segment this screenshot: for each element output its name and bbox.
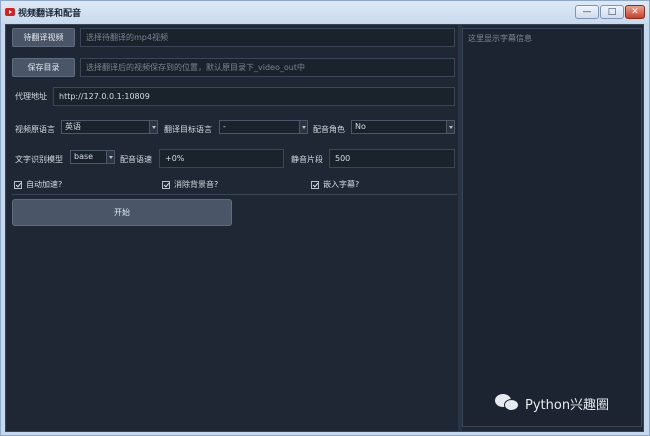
silence-label: 静音片段: [291, 155, 323, 164]
speech-rate-input[interactable]: +0%: [159, 149, 284, 168]
divider: [12, 194, 457, 195]
subtitle-panel[interactable]: 这里显示字幕信息: [462, 28, 642, 427]
chevron-down-icon: [446, 121, 454, 133]
embed-subs-checkbox[interactable]: 嵌入字幕?: [311, 179, 359, 190]
proxy-input[interactable]: http://127.0.0.1:10809: [53, 87, 455, 106]
save-dir-button[interactable]: 保存目录: [12, 58, 75, 77]
app-window: 视频翻译和配音 — □ ✕ 待翻译视频 选择待翻译的mp4视频 保存目录 选择翻…: [0, 0, 650, 436]
checkbox-checked-icon: [14, 180, 22, 189]
model-select[interactable]: base: [70, 150, 115, 164]
title-bar: 视频翻译和配音 — □ ✕: [1, 1, 649, 23]
target-language-label: 翻译目标语言: [164, 125, 212, 134]
embed-subs-label: 嵌入字幕?: [323, 180, 360, 189]
start-button[interactable]: 开始: [12, 199, 232, 226]
settings-panel: 待翻译视频 选择待翻译的mp4视频 保存目录 选择翻译后的视频保存到的位置，默认…: [6, 25, 458, 431]
watermark-text: Python兴趣圈: [525, 397, 610, 413]
model-value: base: [74, 152, 94, 161]
video-path-input[interactable]: 选择待翻译的mp4视频: [80, 28, 455, 47]
voice-role-select[interactable]: No: [351, 120, 455, 134]
speech-rate-label: 配音语速: [120, 155, 152, 164]
auto-speed-checkbox[interactable]: 自动加速?: [14, 179, 62, 190]
minimize-button[interactable]: —: [575, 5, 599, 19]
subtitle-placeholder: 这里显示字幕信息: [468, 34, 532, 43]
checkbox-checked-icon: [311, 180, 319, 189]
auto-speed-label: 自动加速?: [26, 180, 63, 189]
close-button[interactable]: ✕: [625, 5, 645, 19]
target-language-select[interactable]: -: [219, 120, 308, 134]
source-language-select[interactable]: 英语: [61, 120, 158, 134]
voice-role-value: No: [355, 122, 366, 131]
remove-bgm-label: 消除背景音?: [174, 180, 219, 189]
source-language-value: 英语: [65, 122, 81, 131]
chevron-down-icon: [149, 121, 157, 133]
proxy-label: 代理地址: [15, 92, 47, 101]
maximize-button[interactable]: □: [600, 5, 624, 19]
window-title: 视频翻译和配音: [18, 9, 82, 19]
source-language-label: 视频原语言: [15, 125, 55, 134]
model-label: 文字识别模型: [15, 155, 63, 164]
save-dir-input[interactable]: 选择翻译后的视频保存到的位置，默认原目录下_video_out中: [80, 58, 455, 77]
silence-input[interactable]: 500: [329, 149, 455, 168]
app-play-icon: [5, 8, 15, 16]
chevron-down-icon: [106, 151, 114, 163]
main-client: 待翻译视频 选择待翻译的mp4视频 保存目录 选择翻译后的视频保存到的位置，默认…: [5, 24, 644, 432]
chevron-down-icon: [299, 121, 307, 133]
select-video-button[interactable]: 待翻译视频: [12, 28, 75, 47]
target-language-value: -: [223, 122, 226, 131]
remove-bgm-checkbox[interactable]: 消除背景音?: [162, 179, 218, 190]
voice-role-label: 配音角色: [313, 125, 345, 134]
checkbox-checked-icon: [162, 180, 170, 189]
wechat-icon: [495, 393, 521, 413]
watermark: Python兴趣圈: [495, 393, 609, 413]
